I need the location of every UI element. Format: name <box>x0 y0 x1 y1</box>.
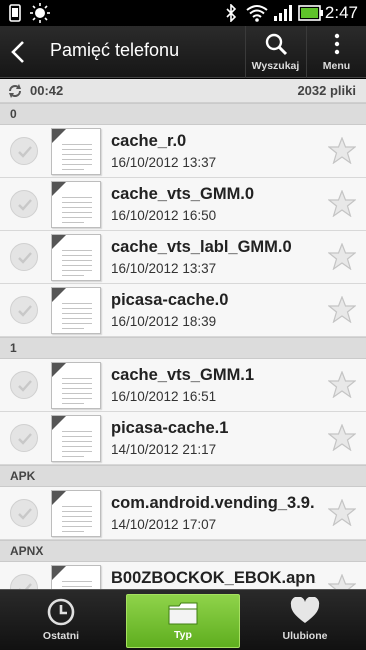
star-icon[interactable] <box>327 573 357 589</box>
status-time: 2:47 <box>324 3 358 22</box>
file-name: com.android.vending_3.9. <box>111 494 315 512</box>
search-icon <box>264 32 288 61</box>
file-row[interactable]: picasa-cache.0 16/10/2012 18:39 <box>0 284 366 337</box>
file-icon <box>51 128 101 175</box>
clock-icon <box>46 597 76 632</box>
star-icon[interactable] <box>327 242 357 275</box>
select-checkbox[interactable] <box>10 499 38 527</box>
section-header: APNX <box>0 540 366 562</box>
file-icon <box>51 362 101 409</box>
tab-favorites[interactable]: Ulubione <box>244 590 366 650</box>
status-bar: 2:47 <box>0 0 366 26</box>
file-icon <box>51 234 101 281</box>
star-icon[interactable] <box>327 295 357 328</box>
select-checkbox[interactable] <box>10 243 38 271</box>
select-checkbox[interactable] <box>10 296 38 324</box>
heart-icon <box>290 596 320 630</box>
star-icon[interactable] <box>327 136 357 169</box>
select-checkbox[interactable] <box>10 574 38 589</box>
file-name: picasa-cache.0 <box>111 291 229 309</box>
back-button[interactable] <box>6 38 32 66</box>
file-date: 14/10/2012 21:17 <box>111 442 217 457</box>
file-row[interactable]: B00ZBOCKOK_EBOK.apnx <box>0 562 366 589</box>
file-date: 16/10/2012 16:51 <box>111 389 217 404</box>
file-date: 16/10/2012 13:37 <box>111 261 217 276</box>
file-name: cache_vts_GMM.1 <box>111 366 255 384</box>
file-icon <box>51 565 101 589</box>
file-row[interactable]: picasa-cache.1 14/10/2012 21:17 <box>0 412 366 465</box>
file-icon <box>51 490 101 537</box>
file-icon <box>51 415 101 462</box>
tab-type-label: Typ <box>174 629 192 641</box>
file-row[interactable]: com.android.vending_3.9. 14/10/2012 17:0… <box>0 487 366 540</box>
signal-icon <box>273 4 293 22</box>
file-date: 14/10/2012 17:07 <box>111 517 217 532</box>
tab-recent-label: Ostatni <box>42 630 80 642</box>
menu-label: Menu <box>322 60 351 72</box>
star-icon[interactable] <box>327 423 357 456</box>
select-checkbox[interactable] <box>10 424 38 452</box>
sync-icon <box>7 83 23 104</box>
page-title: Pamięć telefonu <box>50 40 180 60</box>
screen-rotation-icon <box>8 4 22 22</box>
file-date: 16/10/2012 16:50 <box>111 208 217 223</box>
elapsed-time: 00:42 <box>30 83 64 98</box>
file-date: 16/10/2012 18:39 <box>111 314 217 329</box>
file-icon <box>51 181 101 228</box>
select-checkbox[interactable] <box>10 371 38 399</box>
tab-favorites-label: Ulubione <box>282 630 328 642</box>
select-checkbox[interactable] <box>10 190 38 218</box>
file-name: cache_vts_labl_GMM.0 <box>111 238 292 256</box>
file-list[interactable]: 0 cache_r.0 16/10/2012 13:37 cache_vts_G… <box>0 103 366 589</box>
section-header: 1 <box>0 337 366 359</box>
file-row[interactable]: cache_vts_GMM.0 16/10/2012 16:50 <box>0 178 366 231</box>
search-button[interactable]: Wyszukaj <box>245 26 305 78</box>
file-name: picasa-cache.1 <box>111 419 229 437</box>
battery-icon <box>298 4 324 22</box>
brightness-icon <box>30 3 50 23</box>
file-name: cache_vts_GMM.0 <box>111 185 255 203</box>
file-row[interactable]: cache_vts_GMM.1 16/10/2012 16:51 <box>0 359 366 412</box>
star-icon[interactable] <box>327 370 357 403</box>
bluetooth-icon <box>225 4 237 22</box>
bottom-tab-bar: Ostatni Typ Ulubione <box>0 589 366 650</box>
file-name: cache_r.0 <box>111 132 187 150</box>
search-label: Wyszukaj <box>251 60 300 72</box>
file-date: 16/10/2012 13:37 <box>111 155 217 170</box>
star-icon[interactable] <box>327 498 357 531</box>
menu-icon <box>333 32 341 61</box>
star-icon[interactable] <box>327 189 357 222</box>
file-row[interactable]: cache_vts_labl_GMM.0 16/10/2012 13:37 <box>0 231 366 284</box>
tab-recent[interactable]: Ostatni <box>0 590 122 650</box>
file-row[interactable]: cache_r.0 16/10/2012 13:37 <box>0 125 366 178</box>
section-header: APK <box>0 465 366 487</box>
section-header: 0 <box>0 103 366 125</box>
menu-button[interactable]: Menu <box>306 26 366 78</box>
file-name: B00ZBOCKOK_EBOK.apnx <box>111 569 316 587</box>
info-bar: 00:42 2032 pliki <box>0 79 366 103</box>
tab-type[interactable]: Typ <box>126 594 240 648</box>
action-bar: Pamięć telefonu Wyszukaj Menu <box>0 26 366 78</box>
file-icon <box>51 287 101 334</box>
select-checkbox[interactable] <box>10 137 38 165</box>
file-count: 2032 pliki <box>297 83 356 98</box>
wifi-icon <box>246 4 268 22</box>
